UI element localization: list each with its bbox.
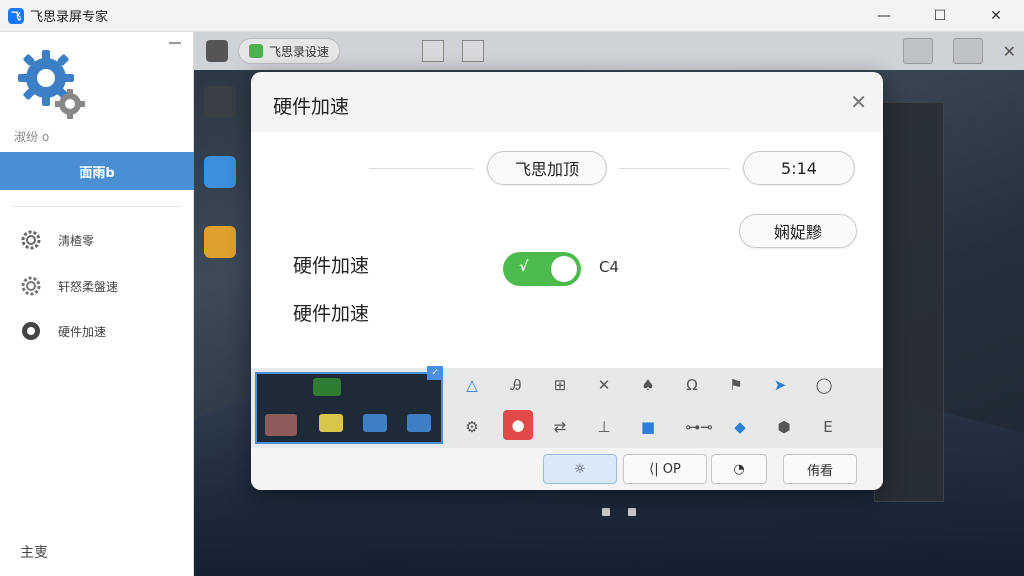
tile-icon — [313, 378, 341, 396]
layout-icon[interactable] — [462, 40, 485, 62]
profile-button[interactable] — [952, 38, 983, 64]
bubble-icon[interactable]: ◯ — [811, 372, 837, 398]
sidebar-divider — [12, 206, 182, 207]
footer-button-2[interactable]: ⟨| OP — [623, 454, 707, 484]
settings-button[interactable] — [902, 38, 933, 64]
app-title: 飞思录屏专家 — [30, 10, 109, 25]
record-icon[interactable]: ● — [503, 410, 533, 440]
arrow-icon[interactable]: ➤ — [767, 372, 793, 398]
omega-icon[interactable]: Ω — [679, 372, 705, 398]
footer-button-1[interactable]: ☼ — [543, 454, 617, 484]
background-panel — [874, 102, 944, 502]
main-toolbar: 飞思录设速 ✕ — [194, 32, 1024, 70]
tile-icon — [319, 414, 343, 432]
sidebar-item-label: 淸楂零 — [58, 233, 95, 248]
sidebar-item-label: 硬件加速 — [58, 324, 107, 339]
dialog-footer: ☼ ⟨| OP ◔ 侑看 — [251, 448, 883, 490]
badge-icon[interactable]: ⬢ — [771, 414, 797, 440]
right-pill-button[interactable]: 5:14 — [743, 151, 855, 185]
sidebar-active-item[interactable]: 面雨b — [0, 152, 194, 190]
sidebar-item-1[interactable]: 淸楂零 — [18, 226, 94, 254]
dialog-title: 硬件加速 — [273, 96, 350, 118]
tile-icon — [363, 414, 387, 432]
window-controls: — ☐ ✕ — [856, 0, 1024, 32]
center-pill-button[interactable]: 飞思加顶 — [487, 151, 607, 185]
gear-logo-icon — [18, 50, 85, 119]
split-icon[interactable]: ⇄ — [547, 414, 573, 440]
sidebar-collapse-button[interactable] — [169, 42, 181, 44]
font-icon[interactable]: E — [815, 414, 841, 440]
cross-icon[interactable]: ✕ — [591, 372, 617, 398]
app-tile-icon[interactable] — [204, 156, 236, 188]
record-icon[interactable] — [206, 40, 228, 62]
left-tool-strip — [204, 86, 244, 296]
hardware-acceleration-dialog: 硬件加速 ✕ 飞思加顶 5:14 娴娖黲 硬件加速 硬件加速 √ C4 ✓ △ … — [251, 72, 883, 490]
selected-thumbnail[interactable]: ✓ — [255, 366, 443, 444]
minimize-button[interactable]: — — [856, 0, 912, 32]
checkmark-icon: ✓ — [427, 366, 443, 380]
download-icon[interactable]: ⊥ — [591, 414, 617, 440]
footer-button-4[interactable]: 侑看 — [783, 454, 857, 484]
text-icon[interactable]: Ꭿ — [503, 372, 529, 398]
dialog-body: 飞思加顶 5:14 娴娖黲 硬件加速 硬件加速 — [251, 132, 883, 368]
tile-icon — [265, 414, 297, 436]
sidebar-item-label: 轩怒柔盤速 — [58, 279, 119, 294]
app-logo-icon: 飞 — [8, 7, 24, 24]
hardware-acceleration-toggle[interactable]: √ — [503, 252, 581, 286]
icon-gallery: ✓ △ Ꭿ ⊞ ✕ ♠ Ω ⚑ ➤ ◯ ⚙ ● ⇄ ⊥ ■ ⊶⊸ ◆ ⬢ E — [251, 366, 883, 448]
toggle-text: C4 — [599, 258, 620, 276]
grid-icon[interactable] — [422, 40, 445, 62]
footer-button-3[interactable]: ◔ — [711, 454, 767, 484]
toggle-knob — [551, 256, 577, 282]
maximize-button[interactable]: ☐ — [912, 0, 968, 32]
divider — [619, 168, 729, 169]
sidebar: 淑纷 o 面雨b 淸楂零 轩怒柔盤速 硬件加速 主叓 — [0, 32, 194, 576]
shape-icon[interactable]: △ — [459, 372, 485, 398]
secondary-pill-button[interactable]: 娴娖黲 — [739, 214, 857, 248]
dialog-close-icon[interactable]: ✕ — [850, 90, 867, 114]
folder-tile-icon[interactable] — [204, 226, 236, 258]
toggle-check-icon: √ — [519, 259, 529, 275]
sidebar-item-2[interactable]: 轩怒柔盤速 — [18, 272, 118, 300]
toolbar-close-icon[interactable]: ✕ — [1003, 42, 1016, 61]
crop-icon[interactable]: ⊞ — [547, 372, 573, 398]
link-icon[interactable]: ⊶⊸ — [679, 414, 719, 440]
flag-icon[interactable]: ⚑ — [723, 372, 749, 398]
gear-icon — [22, 322, 40, 340]
close-button[interactable]: ✕ — [968, 0, 1024, 32]
sidebar-user-label: 淑纷 o — [14, 130, 50, 144]
sidebar-item-3[interactable]: 硬件加速 — [18, 317, 106, 345]
tile-icon — [407, 414, 431, 432]
gear-icon — [21, 276, 41, 296]
toolbar-tab[interactable]: 飞思录设速 — [238, 38, 341, 64]
page-indicator — [602, 508, 636, 516]
diamond-icon[interactable]: ◆ — [727, 414, 753, 440]
tab-status-icon — [249, 44, 263, 58]
gear-icon — [21, 230, 41, 250]
toolbar-right: ✕ — [902, 38, 1016, 64]
row2-label: 硬件加速 — [293, 303, 370, 325]
divider — [369, 168, 473, 169]
row1-label: 硬件加速 — [293, 255, 370, 277]
toolbar-tab-label: 飞思录设速 — [269, 44, 330, 59]
grid-tile-icon[interactable] — [204, 86, 236, 118]
cube-icon[interactable]: ■ — [635, 414, 661, 440]
settings-gear-icon[interactable]: ⚙ — [459, 414, 485, 440]
title-bar: 飞 飞思录屏专家 — ☐ ✕ — [0, 0, 1024, 32]
sidebar-footer-label[interactable]: 主叓 — [20, 542, 48, 562]
hand-icon[interactable]: ♠ — [635, 372, 661, 398]
